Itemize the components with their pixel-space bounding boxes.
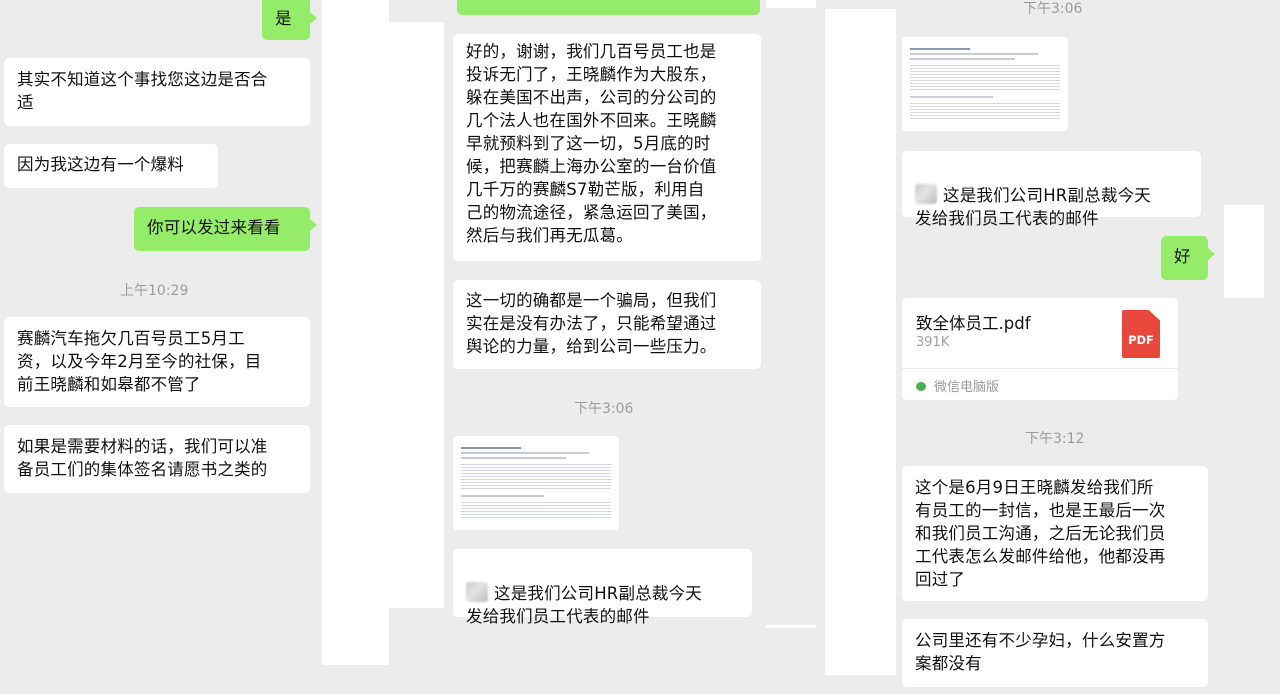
timestamp: 下午3:06 [574,401,634,417]
message-received[interactable]: 如果是需要材料的话，我们可以准 备员工们的集体签名请愿书之类的 [4,425,310,493]
message-received[interactable]: 这是我们公司HR副总裁今天发给我们员工代表的邮件 [453,549,752,626]
email-screenshot-image[interactable] [902,37,1068,131]
file-size: 391K [916,335,950,350]
message-received[interactable]: 因为我这边有一个爆料 [4,144,218,188]
timestamp: 下午3:06 [1023,1,1083,17]
pdf-file-card[interactable]: 致全体员工.pdf 391K PDF 微信电脑版 [902,298,1178,400]
chat-panel-2: 好的，谢谢，我们几百号员工也是 投诉无门了，王晓麟作为大股东， 躲在美国不出声，… [444,0,766,694]
divider-strip [389,22,444,608]
timestamp: 上午10:29 [120,283,189,299]
message-sent-ok[interactable]: 好 [1161,236,1215,280]
message-sent-partial [457,0,760,15]
message-received[interactable]: 其实不知道这个事找您这边是否合 适 [4,58,310,126]
chat-panel-3: 下午3:06 这是我们公司HR副总裁今天发给我们员工代表的邮件 好 致全体员工.… [896,0,1280,694]
message-received[interactable]: 这是我们公司HR副总裁今天发给我们员工代表的邮件 [902,151,1201,228]
blurred-avatar-icon [915,184,937,204]
blurred-avatar-icon [466,582,488,602]
email-screenshot-image[interactable] [453,436,619,530]
timestamp: 下午3:12 [1025,431,1085,447]
message-line: 发给我们员工代表的邮件 [466,607,650,626]
message-received[interactable]: 这个是6月9日王晓麟发给我们所 有员工的一封信，也是王最后一次 和我们员工沟通，… [902,466,1208,601]
message-sent[interactable]: 你可以发过来看看 [134,207,317,251]
file-source: 微信电脑版 [916,376,999,395]
message-sent-yes[interactable]: 是 [262,0,317,40]
message-line: 这是我们公司HR副总裁今天 [943,186,1151,205]
divider-strip [766,625,816,628]
message-received[interactable]: 好的，谢谢，我们几百号员工也是 投诉无门了，王晓麟作为大股东， 躲在美国不出声，… [453,34,761,261]
message-line: 发给我们员工代表的邮件 [915,209,1099,228]
avatar-placeholder [1224,205,1264,298]
pdf-icon: PDF [1122,310,1160,358]
file-name: 致全体员工.pdf [916,314,1031,333]
chat-panel-1: 是 其实不知道这个事找您这边是否合 适 因为我这边有一个爆料 你可以发过来看看 … [0,0,322,694]
wechat-icon [916,382,926,391]
divider-strip [766,0,816,8]
divider-strip [825,9,896,675]
divider [902,368,1178,369]
message-line: 这是我们公司HR副总裁今天 [494,584,702,603]
divider-strip [322,0,389,665]
message-received[interactable]: 这一切的确都是一个骗局，但我们 实在是没有办法了，只能希望通过 舆论的力量，给到… [453,280,761,369]
message-received[interactable]: 赛麟汽车拖欠几百号员工5月工 资，以及今年2月至今的社保，目 前王晓麟和如皋都不… [4,317,310,407]
message-received[interactable]: 公司里还有不少孕妇，什么安置方 案都没有 [902,619,1208,687]
